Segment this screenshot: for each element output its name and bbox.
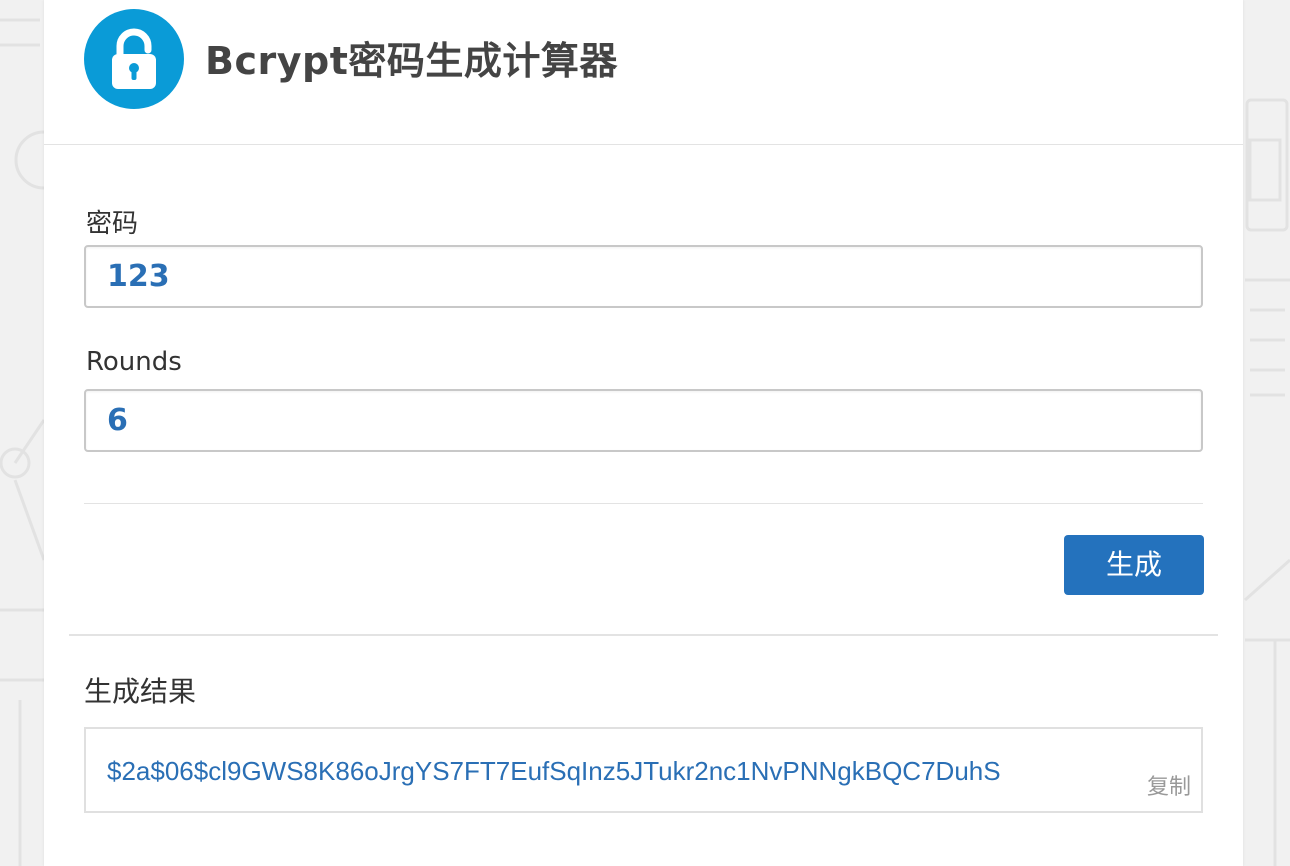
generate-button[interactable]: 生成: [1064, 535, 1204, 595]
padlock-icon: [112, 28, 156, 89]
page-header: Bcrypt密码生成计算器: [44, 0, 1243, 145]
password-input[interactable]: 123: [84, 245, 1203, 308]
section-divider: [69, 634, 1218, 636]
page-title: Bcrypt密码生成计算器: [205, 39, 618, 83]
rounds-label: Rounds: [86, 347, 182, 377]
result-label: 生成结果: [84, 675, 197, 708]
result-output[interactable]: $2a$06$cl9GWS8K86oJrgYS7FT7EufSqInz5JTuk…: [84, 727, 1203, 813]
password-label: 密码: [86, 209, 139, 239]
rounds-input-value: 6: [107, 403, 128, 438]
form-divider: [84, 503, 1203, 504]
rounds-input[interactable]: 6: [84, 389, 1203, 452]
copy-button[interactable]: 复制: [1147, 769, 1191, 801]
logo: [84, 9, 184, 109]
calculator-card: Bcrypt密码生成计算器 密码 123 Rounds 6 生成 生成结果 $2…: [44, 0, 1243, 866]
password-input-value: 123: [107, 259, 170, 294]
result-hash-text: $2a$06$cl9GWS8K86oJrgYS7FT7EufSqInz5JTuk…: [107, 756, 1001, 786]
